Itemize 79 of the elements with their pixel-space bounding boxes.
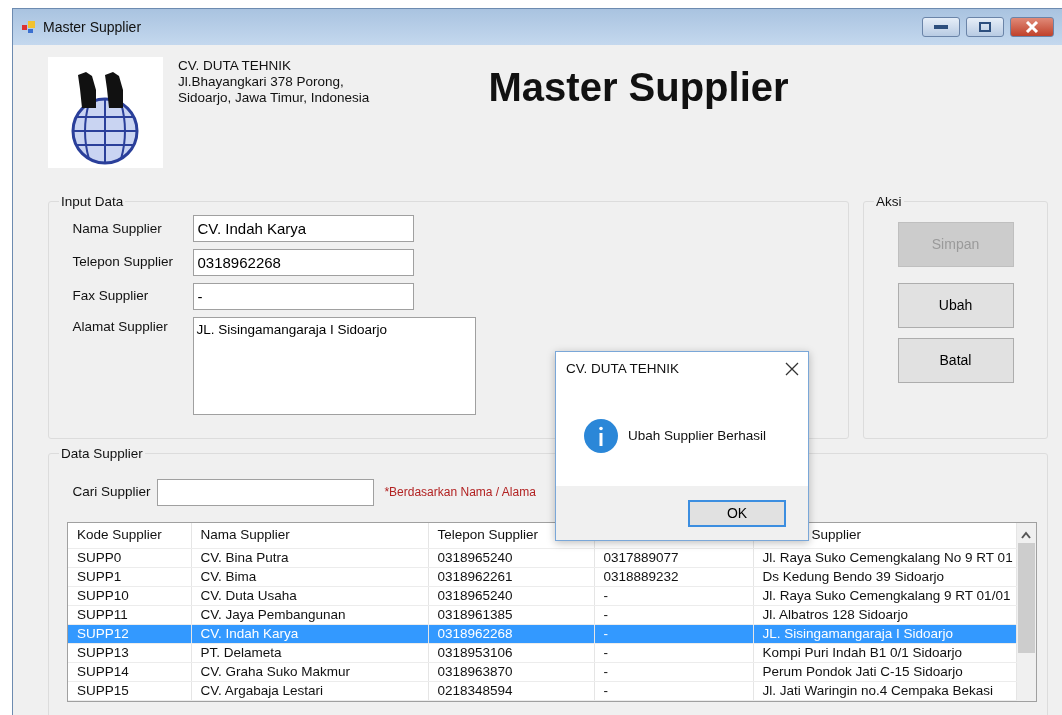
text-field[interactable]: CV. Indah Karya [192, 215, 414, 243]
table-cell: SUPP10 [68, 586, 191, 606]
table-cell: 0218348594 [428, 681, 594, 701]
table-cell: - [594, 643, 753, 663]
field-label: Nama Supplier [72, 219, 163, 238]
scrollbar[interactable] [1016, 522, 1036, 701]
table-cell: CV. Graha Suko Makmur [191, 662, 428, 682]
action-button[interactable]: Ubah [897, 283, 1014, 328]
table-cell: 0318963870 [428, 662, 594, 682]
table-cell: - [594, 586, 753, 606]
close-button[interactable] [1010, 17, 1054, 37]
group-label: Data Supplier [60, 447, 144, 461]
info-icon [584, 419, 618, 453]
search-hint: *Berdasarkan Nama / Alama [384, 484, 536, 501]
column-header[interactable]: Kode Supplier [68, 522, 191, 549]
table-cell: CV. Duta Usaha [191, 586, 428, 606]
table-row[interactable]: SUPP1 CV. Bima 0318962261 0318889232 Ds Kedung Bendo 39 Sidoarjo [68, 567, 1016, 587]
scroll-up-icon[interactable] [1021, 530, 1032, 539]
table-cell: SUPP11 [68, 605, 191, 625]
text-field[interactable]: 0318962268 [192, 249, 414, 276]
ok-button[interactable]: OK [688, 499, 786, 527]
search-label: Cari Supplier [72, 482, 151, 501]
table-cell: SUPP13 [68, 643, 191, 663]
table-cell: CV. Bima [191, 567, 428, 587]
table-cell: PT. Delameta [191, 643, 428, 663]
search-field[interactable] [157, 478, 375, 506]
table-cell: - [594, 681, 753, 701]
table-cell: 0318965240 [428, 548, 594, 568]
table-cell: SUPP1 [68, 567, 191, 587]
company-address: Sidoarjo, Jawa Timur, Indonesia [178, 90, 371, 106]
table-cell: Jl. Jati Waringin no.4 Cempaka Bekasi [753, 681, 1016, 701]
table-cell: SUPP14 [68, 662, 191, 682]
table-cell: 0317889077 [594, 548, 753, 568]
table-cell: CV. Jaya Pembangunan [191, 605, 428, 625]
group-label: Input Data [60, 195, 125, 209]
column-header[interactable]: Nama Supplier [191, 522, 428, 549]
window-title: Master Supplier [43, 17, 142, 37]
close-icon [1025, 21, 1039, 33]
table-row[interactable]: SUPP10 CV. Duta Usaha 0318965240 - Jl. Raya Suko Cemengkalang 9 RT 01/01 [68, 586, 1016, 606]
maximize-button[interactable] [966, 17, 1004, 37]
action-button[interactable]: Batal [897, 338, 1014, 383]
table-cell: 0318965240 [428, 586, 594, 606]
table-cell: 0318962261 [428, 567, 594, 587]
table-cell: Jl. Albatros 128 Sidoarjo [753, 605, 1016, 625]
table-cell: SUPP15 [68, 681, 191, 701]
field-label: Telepon Supplier [72, 253, 175, 272]
app-icon [21, 20, 37, 34]
table-cell: - [594, 662, 753, 682]
close-icon[interactable] [784, 361, 800, 377]
table-row[interactable]: SUPP13 PT. Delameta 0318953106 - Kompi Puri Indah B1 0/1 Sidoarjo [68, 643, 1016, 663]
minimize-icon [934, 25, 948, 29]
field-label: Fax Supplier [72, 287, 150, 306]
table-cell: 0318889232 [594, 567, 753, 587]
table-cell: Perum Pondok Jati C-15 Sidoarjo [753, 662, 1016, 682]
table-cell: 0318961385 [428, 605, 594, 625]
table-cell: 0318953106 [428, 643, 594, 663]
table-cell: Ds Kedung Bendo 39 Sidoarjo [753, 567, 1016, 587]
group-label: Aksi [875, 195, 903, 209]
table-cell: SUPP0 [68, 548, 191, 568]
table-row[interactable]: SUPP14 CV. Graha Suko Makmur 0318963870 - Perum Pondok Jati C-15 Sidoarjo [68, 662, 1016, 682]
table-cell: - [594, 605, 753, 625]
minimize-button[interactable] [922, 17, 960, 37]
table-cell: CV. Argabaja Lestari [191, 681, 428, 701]
text-field[interactable]: - [192, 282, 414, 310]
table-row[interactable]: SUPP11 CV. Jaya Pembangunan 0318961385 - Jl. Albatros 128 Sidoarjo [68, 605, 1016, 625]
table-cell: Jl. Raya Suko Cemengkalang 9 RT 01/01 [753, 586, 1016, 606]
company-name: CV. DUTA TEHNIK [178, 58, 293, 74]
dialog-title: CV. DUTA TEHNIK [566, 359, 680, 378]
company-address: Jl.Bhayangkari 378 Porong, [178, 74, 345, 90]
form-title: Master Supplier [488, 67, 789, 111]
address-field[interactable]: JL. Sisingamangaraja I Sidoarjo [192, 316, 476, 415]
table-row[interactable]: SUPP0 CV. Bina Putra 0318965240 0317889077 Jl. Raya Suko Cemengkalang No 9 RT 01 [68, 548, 1016, 568]
table-cell: Kompi Puri Indah B1 0/1 Sidoarjo [753, 643, 1016, 663]
table-cell: Jl. Raya Suko Cemengkalang No 9 RT 01 [753, 548, 1016, 568]
maximize-icon [979, 22, 991, 32]
table-row[interactable]: SUPP15 CV. Argabaja Lestari 0218348594 - Jl. Jati Waringin no.4 Cempaka Bekasi [68, 681, 1016, 701]
table-cell: CV. Bina Putra [191, 548, 428, 568]
field-label: Alamat Supplier [72, 317, 169, 336]
dialog-message: Ubah Supplier Berhasil [628, 426, 767, 445]
